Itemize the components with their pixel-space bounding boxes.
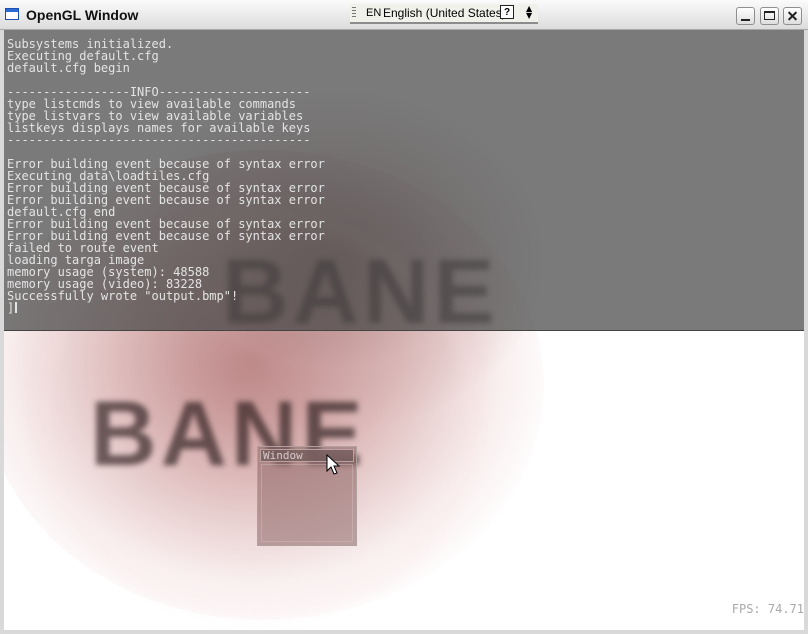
window-frame-bottom [0,630,808,634]
console-output: Subsystems initialized. Executing defaul… [7,38,325,314]
title-bar[interactable]: OpenGL Window EN English (United States)… [0,0,808,30]
maximize-button[interactable] [760,7,779,25]
console-line: ----------------------------------------… [7,133,311,147]
window-frame-right [804,30,808,634]
gui-window[interactable]: Window [257,446,357,546]
language-options-arrows-icon[interactable]: ▲ ▼ [526,5,532,20]
opengl-viewport[interactable]: BANE BANE Subsystems initialized. Execut… [4,30,804,630]
console-overlay[interactable]: Subsystems initialized. Executing defaul… [4,30,804,331]
language-bar[interactable]: EN English (United States) ? ▲ ▼ [350,4,538,24]
grip-handle-icon[interactable] [352,7,356,19]
console-prompt: ] [7,301,15,315]
fps-counter: FPS: 74.71 [731,602,804,616]
mouse-cursor-icon [326,454,340,475]
close-button[interactable] [783,7,802,25]
text-caret [15,302,18,313]
console-input-line[interactable]: ] [7,302,325,314]
window-title: OpenGL Window [26,7,139,23]
language-code[interactable]: EN [366,7,381,19]
language-name[interactable]: English (United States) [383,6,506,20]
console-line: default.cfg begin [7,61,130,75]
console-line: Successfully wrote "output.bmp"! [7,289,239,303]
gui-window-title: Window [263,449,303,462]
window-app-icon[interactable] [5,8,19,20]
help-icon[interactable]: ? [500,5,514,19]
minimize-button[interactable] [736,7,755,25]
